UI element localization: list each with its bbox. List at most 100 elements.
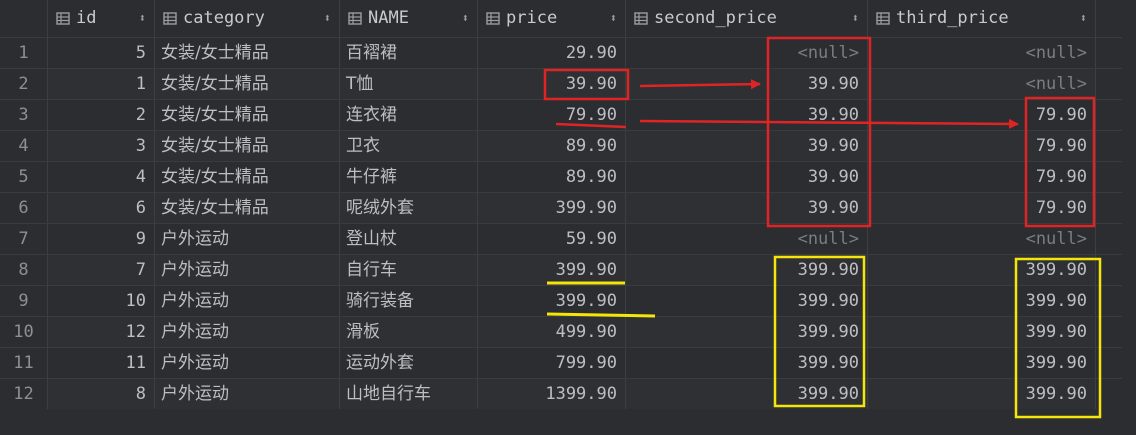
- cell-third_price[interactable]: 399.90: [868, 317, 1096, 347]
- cell-third_price[interactable]: <null>: [868, 224, 1096, 254]
- table-row[interactable]: 12 8 户外运动 山地自行车 1399.90 399.90 399.90: [0, 378, 1122, 409]
- cell-price[interactable]: 499.90: [478, 317, 626, 347]
- cell-price[interactable]: 399.90: [478, 193, 626, 223]
- cell-second_price[interactable]: 399.90: [626, 286, 868, 316]
- cell-price[interactable]: 399.90: [478, 255, 626, 285]
- sort-arrows-icon[interactable]: ⬍: [1080, 0, 1087, 37]
- cell-id[interactable]: 6: [48, 193, 155, 223]
- cell-id[interactable]: 2: [48, 100, 155, 130]
- table-column-icon: [486, 12, 500, 25]
- cell-second_price[interactable]: 39.90: [626, 131, 868, 161]
- cell-price[interactable]: 1399.90: [478, 379, 626, 409]
- cell-name[interactable]: 滑板: [340, 317, 478, 347]
- table-row[interactable]: 3 2 女装/女士精品 连衣裙 79.90 39.90 79.90: [0, 99, 1122, 130]
- cell-third_price[interactable]: 399.90: [868, 255, 1096, 285]
- cell-category[interactable]: 户外运动: [155, 255, 340, 285]
- cell-category[interactable]: 女装/女士精品: [155, 100, 340, 130]
- table-row[interactable]: 2 1 女装/女士精品 T恤 39.90 39.90 <null>: [0, 68, 1122, 99]
- sort-arrows-icon[interactable]: ⬍: [462, 0, 469, 37]
- cell-price[interactable]: 89.90: [478, 162, 626, 192]
- cell-third_price[interactable]: 79.90: [868, 162, 1096, 192]
- cell-price[interactable]: 79.90: [478, 100, 626, 130]
- column-header-price[interactable]: price ⬍: [478, 0, 626, 37]
- cell-id[interactable]: 10: [48, 286, 155, 316]
- column-header-category[interactable]: category ⬍: [155, 0, 340, 37]
- cell-id[interactable]: 8: [48, 379, 155, 409]
- cell-category[interactable]: 户外运动: [155, 286, 340, 316]
- sort-arrows-icon[interactable]: ⬍: [852, 0, 859, 37]
- row-number: 12: [0, 379, 48, 409]
- cell-second_price[interactable]: <null>: [626, 224, 868, 254]
- cell-category[interactable]: 户外运动: [155, 317, 340, 347]
- cell-name[interactable]: 卫衣: [340, 131, 478, 161]
- cell-second_price[interactable]: 399.90: [626, 379, 868, 409]
- sort-arrows-icon[interactable]: ⬍: [139, 0, 146, 37]
- cell-category[interactable]: 女装/女士精品: [155, 162, 340, 192]
- cell-id[interactable]: 3: [48, 131, 155, 161]
- cell-id[interactable]: 9: [48, 224, 155, 254]
- table-row[interactable]: 10 12 户外运动 滑板 499.90 399.90 399.90: [0, 316, 1122, 347]
- cell-category[interactable]: 女装/女士精品: [155, 131, 340, 161]
- table-row[interactable]: 11 11 户外运动 运动外套 799.90 399.90 399.90: [0, 347, 1122, 378]
- cell-name[interactable]: 牛仔裤: [340, 162, 478, 192]
- cell-id[interactable]: 4: [48, 162, 155, 192]
- column-header-second_price[interactable]: second_price ⬍: [626, 0, 868, 37]
- sort-arrows-icon[interactable]: ⬍: [610, 0, 617, 37]
- cell-price[interactable]: 29.90: [478, 38, 626, 68]
- cell-third_price[interactable]: 79.90: [868, 100, 1096, 130]
- cell-second_price[interactable]: 39.90: [626, 69, 868, 99]
- cell-price[interactable]: 399.90: [478, 286, 626, 316]
- cell-third_price[interactable]: 79.90: [868, 131, 1096, 161]
- result-grid: id ⬍ category ⬍ NAME ⬍ price ⬍ second_price ⬍ thir…: [0, 0, 1122, 409]
- cell-name[interactable]: 登山杖: [340, 224, 478, 254]
- cell-id[interactable]: 5: [48, 38, 155, 68]
- cell-id[interactable]: 1: [48, 69, 155, 99]
- table-row[interactable]: 5 4 女装/女士精品 牛仔裤 89.90 39.90 79.90: [0, 161, 1122, 192]
- cell-category[interactable]: 女装/女士精品: [155, 193, 340, 223]
- column-header-third_price[interactable]: third_price ⬍: [868, 0, 1096, 37]
- cell-id[interactable]: 7: [48, 255, 155, 285]
- cell-second_price[interactable]: 39.90: [626, 162, 868, 192]
- sort-arrows-icon[interactable]: ⬍: [324, 0, 331, 37]
- cell-name[interactable]: 骑行装备: [340, 286, 478, 316]
- cell-name[interactable]: 自行车: [340, 255, 478, 285]
- cell-category[interactable]: 户外运动: [155, 348, 340, 378]
- cell-second_price[interactable]: 39.90: [626, 193, 868, 223]
- cell-third_price[interactable]: 79.90: [868, 193, 1096, 223]
- table-row[interactable]: 4 3 女装/女士精品 卫衣 89.90 39.90 79.90: [0, 130, 1122, 161]
- cell-third_price[interactable]: 399.90: [868, 379, 1096, 409]
- table-row[interactable]: 9 10 户外运动 骑行装备 399.90 399.90 399.90: [0, 285, 1122, 316]
- cell-name[interactable]: 山地自行车: [340, 379, 478, 409]
- cell-second_price[interactable]: 399.90: [626, 348, 868, 378]
- cell-third_price[interactable]: 399.90: [868, 286, 1096, 316]
- cell-second_price[interactable]: 399.90: [626, 317, 868, 347]
- cell-price[interactable]: 89.90: [478, 131, 626, 161]
- cell-category[interactable]: 女装/女士精品: [155, 69, 340, 99]
- cell-category[interactable]: 女装/女士精品: [155, 38, 340, 68]
- column-header-id[interactable]: id ⬍: [48, 0, 155, 37]
- cell-id[interactable]: 12: [48, 317, 155, 347]
- cell-name[interactable]: 连衣裙: [340, 100, 478, 130]
- cell-name[interactable]: 呢绒外套: [340, 193, 478, 223]
- cell-second_price[interactable]: 399.90: [626, 255, 868, 285]
- cell-third_price[interactable]: <null>: [868, 69, 1096, 99]
- cell-price[interactable]: 799.90: [478, 348, 626, 378]
- table-row[interactable]: 6 6 女装/女士精品 呢绒外套 399.90 39.90 79.90: [0, 192, 1122, 223]
- column-header-name[interactable]: NAME ⬍: [340, 0, 478, 37]
- cell-price[interactable]: 59.90: [478, 224, 626, 254]
- cell-price[interactable]: 39.90: [478, 69, 626, 99]
- cell-second_price[interactable]: <null>: [626, 38, 868, 68]
- cell-third_price[interactable]: <null>: [868, 38, 1096, 68]
- cell-name[interactable]: 运动外套: [340, 348, 478, 378]
- cell-name[interactable]: T恤: [340, 69, 478, 99]
- table-row[interactable]: 7 9 户外运动 登山杖 59.90 <null> <null>: [0, 223, 1122, 254]
- cell-category[interactable]: 户外运动: [155, 379, 340, 409]
- cell-second_price[interactable]: 39.90: [626, 100, 868, 130]
- table-row[interactable]: 8 7 户外运动 自行车 399.90 399.90 399.90: [0, 254, 1122, 285]
- cell-id[interactable]: 11: [48, 348, 155, 378]
- table-row[interactable]: 1 5 女装/女士精品 百褶裙 29.90 <null> <null>: [0, 37, 1122, 68]
- row-number: 8: [0, 255, 48, 285]
- cell-third_price[interactable]: 399.90: [868, 348, 1096, 378]
- cell-name[interactable]: 百褶裙: [340, 38, 478, 68]
- cell-category[interactable]: 户外运动: [155, 224, 340, 254]
